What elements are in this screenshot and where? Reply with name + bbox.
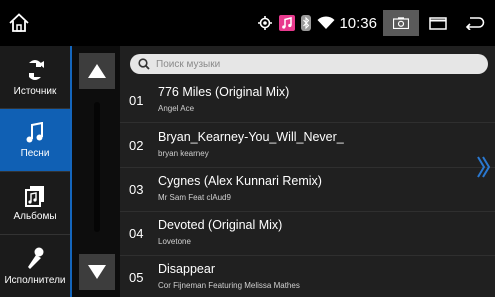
list-item[interactable]: 03 Cygnes (Alex Kunnari Remix) Mr Sam Fe… xyxy=(120,168,495,212)
status-bar: 10:36 xyxy=(0,0,495,46)
sidebar-item-label: Источник xyxy=(13,85,57,97)
microphone-icon xyxy=(28,247,44,269)
list-item[interactable]: 04 Devoted (Original Mix) Lovetone xyxy=(120,212,495,256)
track-number: 03 xyxy=(129,182,144,197)
track-artist: Cor Fijneman Featuring Melissa Mathes xyxy=(158,281,300,290)
home-icon[interactable] xyxy=(8,12,30,34)
camera-button[interactable] xyxy=(383,10,419,36)
sidebar-item-label: Альбомы xyxy=(13,210,57,222)
sidebar-item-label: Песни xyxy=(20,147,50,159)
music-note-icon xyxy=(26,121,43,142)
search-placeholder: Поиск музыки xyxy=(156,58,221,70)
track-artist: bryan kearney xyxy=(158,149,209,158)
location-icon xyxy=(257,15,273,31)
track-title: Devoted (Original Mix) xyxy=(158,218,283,232)
track-title: Disappear xyxy=(158,262,215,276)
scroll-down-button[interactable] xyxy=(79,254,115,290)
triangle-down-icon xyxy=(88,265,106,279)
sidebar-item-label: Исполнители xyxy=(4,274,66,286)
track-number: 02 xyxy=(129,138,144,153)
sidebar-item-source[interactable]: Источник xyxy=(0,46,70,108)
sidebar-item-artists[interactable]: Исполнители xyxy=(0,235,70,297)
track-number: 05 xyxy=(129,270,144,285)
music-app-icon xyxy=(279,15,296,31)
track-number: 04 xyxy=(129,226,144,241)
track-artist: Angel Ace xyxy=(158,104,195,113)
back-icon[interactable] xyxy=(465,16,485,30)
song-list: Поиск музыки 01 776 Miles (Original Mix)… xyxy=(120,46,495,297)
search-icon xyxy=(138,58,150,70)
wifi-icon xyxy=(317,16,335,30)
sidebar-item-songs[interactable]: Песни xyxy=(0,109,70,171)
clock: 10:36 xyxy=(339,14,377,32)
source-icon xyxy=(29,59,44,80)
bluetooth-icon xyxy=(301,15,312,31)
scrollbar-track[interactable] xyxy=(94,102,100,232)
double-chevron-right-icon[interactable] xyxy=(477,154,491,180)
search-input[interactable]: Поиск музыки xyxy=(130,54,488,74)
sidebar: Источник Песни Альбомы Исполнители xyxy=(0,46,70,297)
albums-icon xyxy=(25,185,44,207)
status-icons: 10:36 xyxy=(257,0,495,46)
scroll-column xyxy=(70,46,120,297)
scroll-up-button[interactable] xyxy=(79,53,115,89)
track-title: Bryan_Kearney-You_Will_Never_ xyxy=(158,130,344,144)
track-title: Cygnes (Alex Kunnari Remix) xyxy=(158,174,322,188)
track-title: 776 Miles (Original Mix) xyxy=(158,85,290,99)
triangle-up-icon xyxy=(88,64,106,78)
track-artist: Mr Sam Feat clAud9 xyxy=(158,193,231,202)
list-item[interactable]: 01 776 Miles (Original Mix) Angel Ace xyxy=(120,79,495,123)
list-item[interactable]: 05 Disappear Cor Fijneman Featuring Meli… xyxy=(120,256,495,297)
window-icon[interactable] xyxy=(429,16,447,30)
camera-icon xyxy=(393,17,409,29)
sidebar-item-albums[interactable]: Альбомы xyxy=(0,172,70,234)
track-number: 01 xyxy=(129,93,144,108)
list-item[interactable]: 02 Bryan_Kearney-You_Will_Never_ bryan k… xyxy=(120,124,495,168)
track-artist: Lovetone xyxy=(158,237,191,246)
